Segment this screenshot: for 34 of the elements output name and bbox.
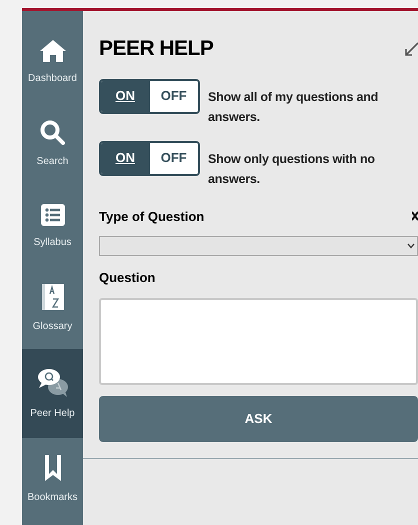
ask-button[interactable]: ASK xyxy=(99,396,418,442)
search-icon xyxy=(40,120,66,146)
expand-icon[interactable] xyxy=(404,41,418,59)
panel-title: PEER HELP xyxy=(99,36,214,62)
switch-option[interactable]: ON xyxy=(101,142,150,174)
chevron-down-icon xyxy=(407,243,415,249)
list-icon xyxy=(40,202,66,226)
sidebar-label: Syllabus xyxy=(34,236,72,250)
bookmark-icon xyxy=(42,454,62,482)
on-off-switch[interactable]: ON OFF xyxy=(99,140,200,176)
sidebar-item[interactable]: Dashboard xyxy=(22,21,83,103)
glossary-icon xyxy=(40,282,64,310)
close-icon[interactable] xyxy=(412,211,418,222)
switch-option[interactable]: ON xyxy=(101,80,150,112)
sidebar-item[interactable]: Glossary xyxy=(22,267,83,349)
switch-option[interactable]: OFF xyxy=(150,142,198,174)
filter-description: Show all of my questions and answers. xyxy=(208,88,380,126)
sidebar-label: Peer Help xyxy=(30,407,75,421)
question-input[interactable] xyxy=(99,298,418,384)
sidebar-label: Search xyxy=(36,154,68,168)
sidebar-item[interactable]: Syllabus xyxy=(22,185,83,267)
sidebar-label: Bookmarks xyxy=(27,490,78,504)
sidebar-label: Glossary xyxy=(32,320,72,334)
sidebar-item[interactable]: Bookmarks xyxy=(22,438,83,520)
field-label: Question xyxy=(99,269,156,287)
sidebar-item[interactable]: Peer Help xyxy=(22,349,83,438)
chat-bubbles-icon xyxy=(36,366,70,398)
field-label: Type of Question xyxy=(99,208,204,226)
filter-description: Show only questions with no answers. xyxy=(208,150,376,188)
on-off-switch[interactable]: ON OFF xyxy=(99,78,200,114)
switch-option[interactable]: OFF xyxy=(150,80,198,112)
home-icon xyxy=(38,38,66,62)
sidebar-label: Dashboard xyxy=(28,72,77,86)
sidebar-item[interactable]: Search xyxy=(22,103,83,185)
